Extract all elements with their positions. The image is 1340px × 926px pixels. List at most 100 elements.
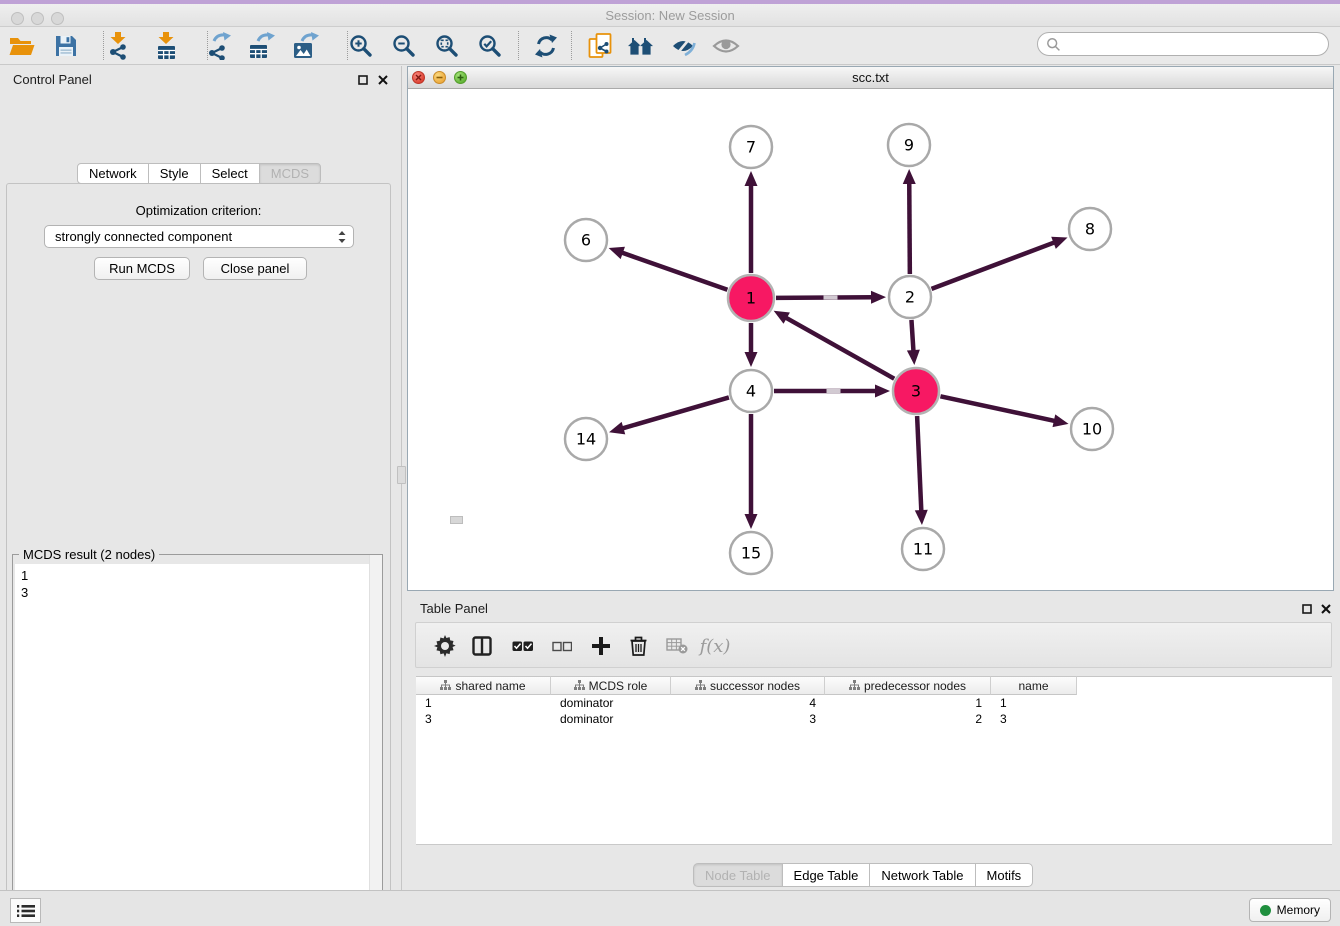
control-panel-tabs: NetworkStyleSelectMCDS [77, 163, 321, 184]
criterion-select[interactable]: strongly connected component [44, 225, 354, 248]
cell-name[interactable]: 1 [991, 695, 1077, 711]
result-scrollbar[interactable] [369, 555, 382, 926]
node-label-2: 2 [905, 288, 915, 307]
node-label-9: 9 [904, 136, 914, 155]
search-input[interactable] [1061, 35, 1328, 53]
cell-shared-name[interactable]: 1 [416, 695, 551, 711]
export-network-icon[interactable] [202, 29, 236, 63]
tab-select[interactable]: Select [200, 163, 260, 184]
criterion-selected-value: strongly connected component [55, 229, 337, 244]
zoom-fit-icon[interactable] [430, 29, 464, 63]
column-header-name[interactable]: name [991, 676, 1077, 695]
tab-edge-table[interactable]: Edge Table [782, 863, 871, 887]
close-panel-icon[interactable] [376, 73, 390, 87]
table-body: 1dominator4113dominator323 [416, 695, 1332, 845]
cell-MCDS-role[interactable]: dominator [551, 695, 671, 711]
add-row-icon[interactable] [584, 629, 618, 663]
splitter-handle[interactable] [397, 466, 406, 484]
hide-graphics-details-icon[interactable] [667, 29, 701, 63]
close-table-panel-icon[interactable] [1319, 602, 1333, 616]
node-label-15: 15 [741, 544, 761, 563]
node-label-7: 7 [746, 138, 756, 157]
column-header-successor-nodes[interactable]: successor nodes [671, 676, 825, 695]
tab-motifs[interactable]: Motifs [975, 863, 1034, 887]
node-label-14: 14 [576, 430, 596, 449]
unselect-all-icon[interactable] [545, 629, 579, 663]
mcds-result-box: MCDS result (2 nodes) 13 [12, 554, 383, 926]
mcds-result-text[interactable]: 13 [15, 564, 380, 926]
tab-style[interactable]: Style [148, 163, 201, 184]
cell-shared-name[interactable]: 3 [416, 711, 551, 727]
memory-button[interactable]: Memory [1249, 898, 1331, 922]
import-table-icon[interactable] [149, 29, 183, 63]
network-canvas[interactable]: 1234678910111415 [408, 89, 1333, 590]
chevron-up-down-icon [337, 230, 347, 244]
edge-arrowhead [907, 350, 920, 365]
tab-network[interactable]: Network [77, 163, 149, 184]
refresh-layout-icon[interactable] [529, 29, 563, 63]
search-icon [1046, 37, 1061, 52]
task-history-button[interactable] [10, 898, 41, 923]
table-row[interactable]: 3dominator323 [416, 711, 1332, 727]
table-toolbar: f(x) [415, 622, 1332, 668]
cell-predecessor-nodes[interactable]: 2 [825, 711, 991, 727]
select-all-icon[interactable] [506, 629, 540, 663]
result-line: 3 [21, 584, 374, 601]
graph-edge-2-3[interactable] [911, 320, 913, 352]
show-columns-icon[interactable] [465, 629, 499, 663]
tab-mcds[interactable]: MCDS [259, 163, 321, 184]
graph-edge-3-11[interactable] [917, 416, 921, 512]
node-label-3: 3 [911, 382, 921, 401]
list-icon [17, 904, 35, 918]
cell-MCDS-role[interactable]: dominator [551, 711, 671, 727]
zoom-in-icon[interactable] [344, 29, 378, 63]
graph-edge-4-14[interactable] [622, 397, 729, 428]
column-header-shared-name[interactable]: shared name [416, 676, 551, 695]
cell-successor-nodes[interactable]: 4 [671, 695, 825, 711]
graph-edge-2-9[interactable] [909, 182, 910, 274]
tab-node-table[interactable]: Node Table [693, 863, 783, 887]
frame-resize-handle[interactable] [450, 516, 463, 524]
import-network-icon[interactable] [102, 29, 136, 63]
open-session-icon[interactable] [5, 29, 39, 63]
cell-successor-nodes[interactable]: 3 [671, 711, 825, 727]
table-settings-icon[interactable] [428, 629, 462, 663]
search-field[interactable] [1037, 32, 1329, 56]
edge-arrowhead [915, 510, 928, 525]
export-table-icon[interactable] [245, 29, 279, 63]
header-filler [1077, 676, 1332, 695]
optimization-criterion-label: Optimization criterion: [0, 203, 397, 218]
table-panel-tabs: Node TableEdge TableNetwork TableMotifs [693, 863, 1033, 887]
tab-network-table[interactable]: Network Table [869, 863, 975, 887]
run-mcds-button[interactable]: Run MCDS [94, 257, 190, 280]
graph-edge-2-8[interactable] [932, 242, 1056, 289]
toolbar-separator [518, 31, 519, 60]
float-table-panel-icon[interactable] [1300, 602, 1314, 616]
control-panel-title: Control Panel [13, 72, 92, 87]
graph-edge-1-6[interactable] [621, 252, 728, 289]
node-label-6: 6 [581, 231, 591, 250]
zoom-selected-icon[interactable] [473, 29, 507, 63]
graph-edge-3-1[interactable] [785, 317, 894, 379]
node-label-8: 8 [1085, 220, 1095, 239]
graph-edge-3-10[interactable] [940, 396, 1055, 421]
namespace-icon [849, 680, 860, 691]
control-panel: Control Panel NetworkStyleSelectMCDS Opt… [0, 66, 397, 890]
export-image-icon[interactable] [289, 29, 323, 63]
network-view-window: scc.txt 1234678910111415 [407, 66, 1334, 591]
table-row[interactable]: 1dominator411 [416, 695, 1332, 711]
zoom-out-icon[interactable] [387, 29, 421, 63]
home-icon[interactable] [624, 29, 658, 63]
clone-network-icon[interactable] [583, 29, 617, 63]
cell-predecessor-nodes[interactable]: 1 [825, 695, 991, 711]
namespace-icon [440, 680, 451, 691]
cell-name[interactable]: 3 [991, 711, 1077, 727]
column-header-MCDS-role[interactable]: MCDS role [551, 676, 671, 695]
save-session-icon[interactable] [49, 29, 83, 63]
float-panel-icon[interactable] [356, 73, 370, 87]
edge-arrowhead [903, 169, 916, 184]
delete-row-icon[interactable] [621, 629, 655, 663]
close-panel-button[interactable]: Close panel [203, 257, 307, 280]
network-window-titlebar[interactable]: scc.txt [408, 67, 1333, 89]
column-header-predecessor-nodes[interactable]: predecessor nodes [825, 676, 991, 695]
